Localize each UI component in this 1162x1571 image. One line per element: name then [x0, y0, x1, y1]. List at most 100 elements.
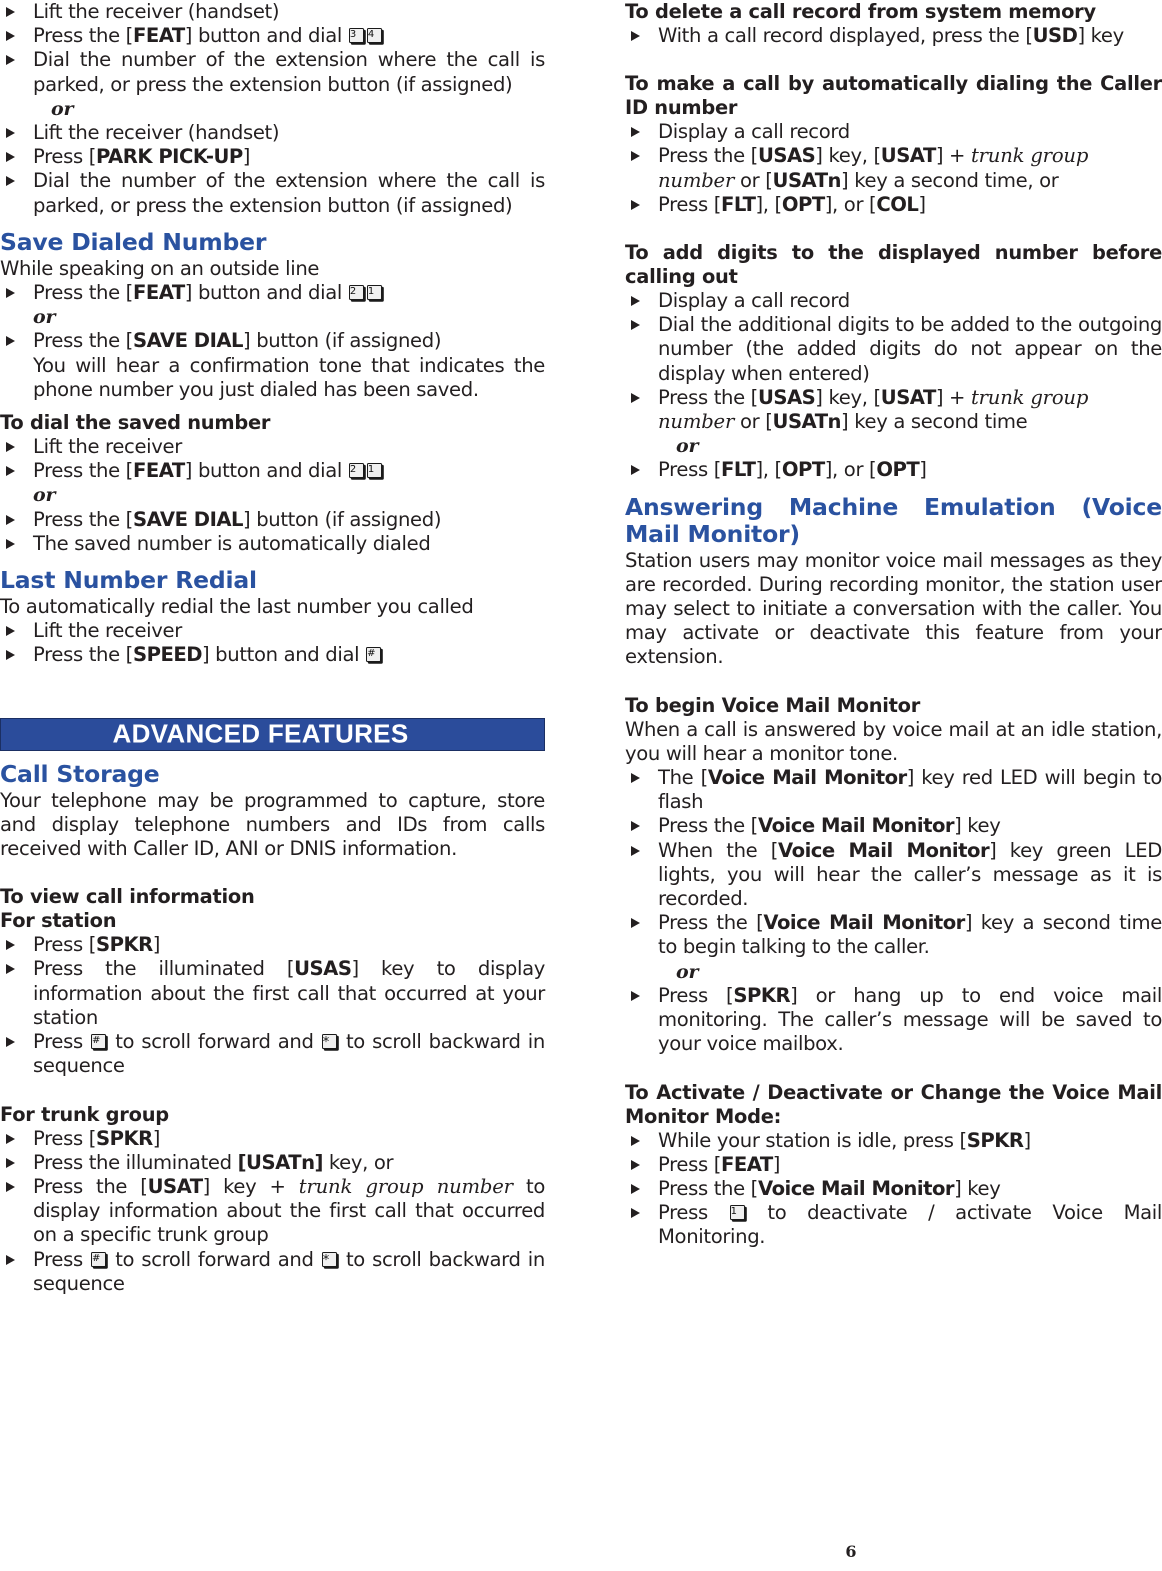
- step-text: Press the [FEAT] button and dial 34: [33, 24, 384, 47]
- bullet-triangle-icon: [6, 1133, 15, 1144]
- list-item: Press [FLT], [OPT], or [COL]: [625, 193, 1162, 217]
- section-intro: Your telephone may be programmed to capt…: [0, 788, 545, 861]
- bullet-triangle-icon: [6, 650, 15, 661]
- section-intro: Station users may monitor voice mail mes…: [625, 548, 1162, 669]
- right-column: To delete a call record from system memo…: [625, 0, 1162, 1250]
- list-item: Press the [Voice Mail Monitor] key a sec…: [625, 911, 1162, 959]
- list-item: Display a call record: [625, 289, 1162, 313]
- step-text: Display a call record: [658, 120, 850, 144]
- step-text: Press the [USAS] key, [USAT] + trunk gro…: [658, 386, 1088, 433]
- bullet-triangle-icon: [6, 964, 15, 975]
- keycap-hash: #: [91, 1034, 107, 1050]
- sub-heading-for-trunk-group: For trunk group: [0, 1102, 169, 1126]
- step-text: Press # to scroll forward and * to scrol…: [33, 1030, 545, 1077]
- bullet-triangle-icon: [631, 845, 640, 856]
- keycap-3: 3: [348, 28, 364, 44]
- list-item: Lift the receiver: [0, 619, 545, 643]
- key-label-usd: USD: [1032, 24, 1078, 47]
- step-suffix: ] button and dial: [202, 643, 360, 667]
- bullet-triangle-icon: [6, 1254, 15, 1265]
- list-item: Press the illuminated [USATn] key, or: [0, 1151, 545, 1175]
- manual-page: Lift the receiver (handset) Press the [F…: [0, 0, 1162, 1571]
- key-label-usat: USAT: [880, 144, 937, 168]
- step-text: Press [FLT], [OPT], or [COL]: [658, 193, 926, 216]
- step-text: While your station is idle, press [SPKR]: [658, 1129, 1031, 1152]
- list-item: Press the [USAS] key, [USAT] + trunk gro…: [625, 386, 1162, 434]
- step-middle: ] key, [: [815, 144, 881, 168]
- step-text: Press [FEAT]: [658, 1153, 780, 1176]
- list-item: Press the [FEAT] button and dial 34: [0, 24, 545, 48]
- key-label-usat: USAT: [147, 1174, 204, 1198]
- key-label-save-dial: SAVE DIAL: [132, 507, 244, 531]
- step-text: Press [SPKR]: [33, 933, 160, 956]
- bullet-triangle-icon: [631, 151, 640, 162]
- step-middle: ], [: [755, 458, 783, 482]
- list-item: Dial the number of the extension where t…: [0, 48, 545, 96]
- step-text: Lift the receiver: [33, 435, 182, 459]
- step-text: Press the [Voice Mail Monitor] key a sec…: [658, 911, 1162, 958]
- key-label-usas: USAS: [757, 144, 816, 168]
- bullet-triangle-icon: [631, 821, 640, 832]
- key-label-spkr: SPKR: [733, 983, 791, 1007]
- bullet-triangle-icon: [6, 176, 15, 187]
- keycap-2: 2: [348, 463, 364, 479]
- key-label-feat: FEAT: [132, 459, 185, 483]
- sub-heading-auto-dial-caller-id: To make a call by automatically dialing …: [625, 72, 1162, 120]
- key-label-spkr: SPKR: [966, 1128, 1024, 1152]
- key-label-opt: OPT: [781, 458, 825, 482]
- bullet-triangle-icon: [6, 288, 15, 299]
- keycap-star: *: [321, 1251, 337, 1267]
- step-suffix: ] key: [954, 814, 1001, 838]
- step-text: Press the [FEAT] button and dial 21: [33, 281, 384, 304]
- bullet-triangle-icon: [6, 940, 15, 951]
- bullet-triangle-icon: [631, 1135, 640, 1146]
- section-intro: To automatically redial the last number …: [0, 595, 474, 619]
- sub-heading-begin-voice-mail-monitor: To begin Voice Mail Monitor: [625, 693, 921, 717]
- list-item: Press # to scroll forward and * to scrol…: [0, 1248, 545, 1296]
- bullet-triangle-icon: [631, 773, 640, 784]
- list-item: Press [PARK PICK-UP]: [0, 145, 545, 169]
- keycap-hash: #: [91, 1251, 107, 1267]
- or-separator: or: [51, 97, 74, 120]
- or-separator: or: [33, 484, 56, 507]
- step-text: Press [SPKR]: [33, 1127, 160, 1150]
- key-label-opt: OPT: [876, 458, 920, 482]
- step-middle: or [: [734, 410, 773, 434]
- list-item: Press the [SAVE DIAL] button (if assigne…: [0, 329, 545, 353]
- step-prefix: Press the illuminated [: [33, 957, 295, 981]
- list-item: While your station is idle, press [SPKR]: [625, 1129, 1162, 1153]
- list-item: Lift the receiver (handset): [0, 121, 545, 145]
- bullet-triangle-icon: [6, 1037, 15, 1048]
- key-label-usatn: USATn: [772, 410, 842, 434]
- key-label-voice-mail-monitor: Voice Mail Monitor: [763, 911, 965, 935]
- key-label-opt: OPT: [781, 192, 825, 216]
- step-prefix: With a call record displayed, press the …: [658, 24, 1033, 47]
- bullet-triangle-icon: [6, 538, 15, 549]
- step-text: Display a call record: [658, 289, 850, 313]
- bullet-triangle-icon: [6, 442, 15, 453]
- step-prefix: Press: [658, 1201, 708, 1225]
- step-prefix: Press [: [658, 458, 721, 482]
- step-middle: ] key, [: [815, 385, 881, 409]
- bullet-triangle-icon: [6, 31, 15, 42]
- list-item: Dial the additional digits to be added t…: [625, 313, 1162, 386]
- key-label-feat: FEAT: [132, 24, 185, 48]
- step-prefix: Press: [33, 1030, 83, 1054]
- list-item: When the [Voice Mail Monitor] key green …: [625, 839, 1162, 912]
- step-text: When the [Voice Mail Monitor] key green …: [658, 839, 1162, 910]
- bullet-triangle-icon: [6, 466, 15, 477]
- bullet-triangle-icon: [6, 7, 15, 17]
- step-suffix: ]: [919, 458, 927, 482]
- step-text: Dial the number of the extension where t…: [33, 169, 545, 217]
- keycap-star: *: [321, 1034, 337, 1050]
- step-middle: ] +: [935, 385, 971, 409]
- bullet-triangle-icon: [631, 392, 640, 403]
- step-prefix: While your station is idle, press [: [658, 1128, 967, 1152]
- bullet-triangle-icon: [631, 199, 640, 210]
- key-label-feat: FEAT: [132, 281, 185, 305]
- step-middle: to scroll forward and: [115, 1030, 314, 1054]
